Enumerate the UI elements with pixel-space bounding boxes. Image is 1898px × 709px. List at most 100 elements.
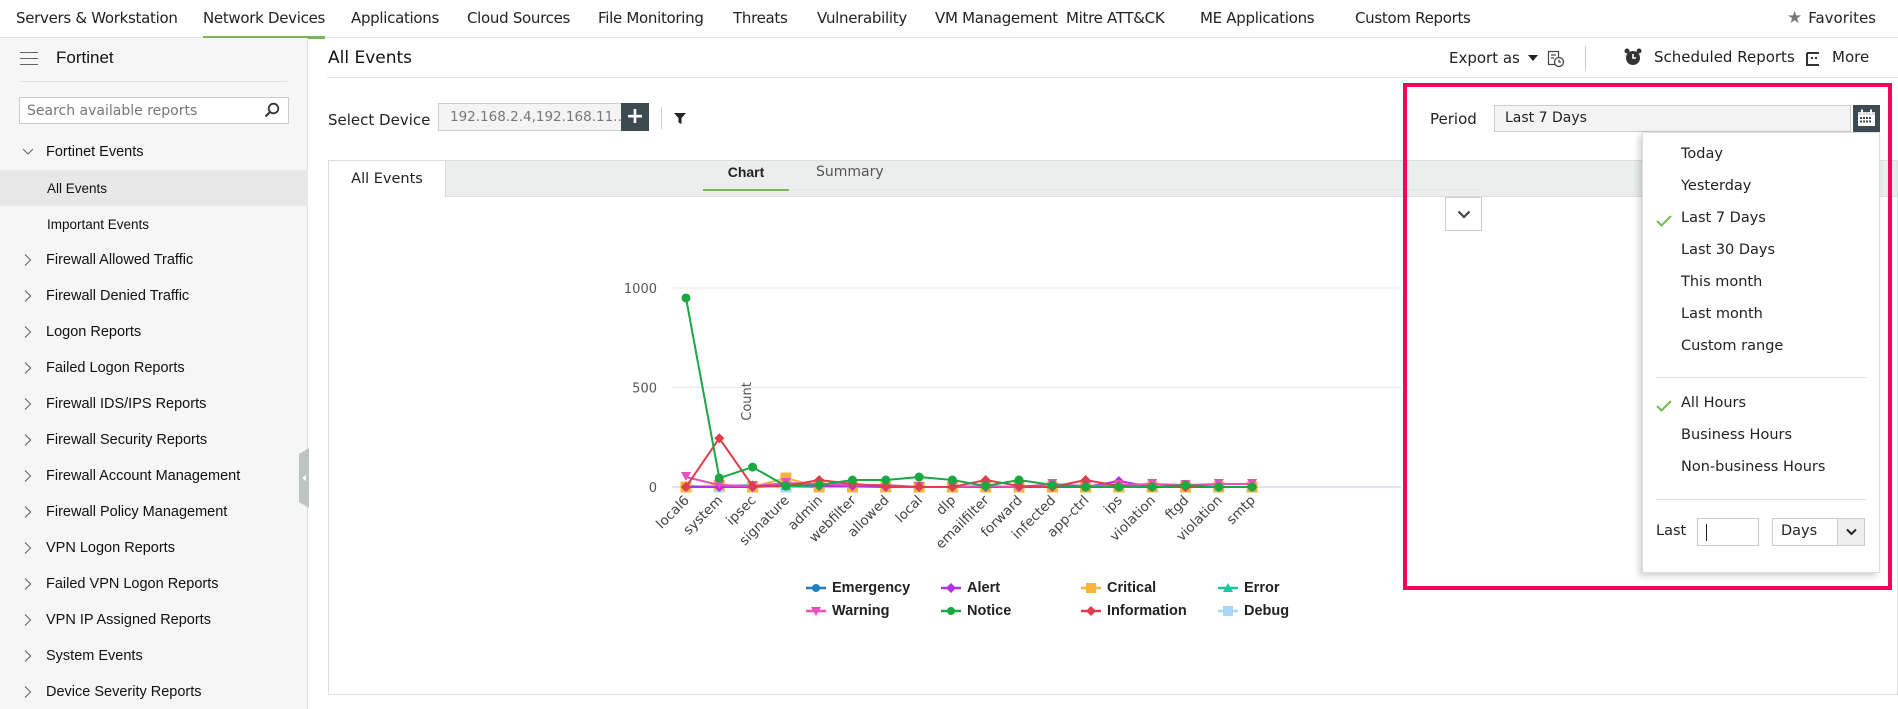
sidebar-collapse-handle[interactable] — [299, 448, 309, 508]
page-title: All Events — [328, 48, 413, 68]
period-field[interactable]: Last 7 Days — [1494, 105, 1851, 132]
nav-tab-custom-reports[interactable]: Custom Reports — [1355, 9, 1471, 27]
tab-summary[interactable]: Summary — [816, 164, 884, 180]
tab-chart[interactable]: Chart — [703, 164, 789, 191]
report-search-box — [19, 97, 289, 124]
sidebar-item[interactable]: Failed Logon Reports — [0, 350, 308, 386]
legend-item-notice[interactable]: Notice — [941, 603, 1011, 619]
legend-item-warning[interactable]: Warning — [806, 603, 889, 619]
nav-tab-servers-workstation[interactable]: Servers & Workstation — [16, 9, 178, 27]
filter-icon[interactable] — [674, 113, 686, 124]
chevron-right-icon[interactable] — [22, 361, 34, 375]
legend-item-alert[interactable]: Alert — [941, 580, 1000, 596]
chevron-right-icon[interactable] — [22, 613, 34, 627]
chevron-right-icon[interactable] — [22, 325, 34, 339]
period-option[interactable]: Business Hours — [1681, 427, 1792, 443]
favorites-button[interactable]: ★ Favorites — [1787, 8, 1876, 28]
period-option[interactable]: Last 30 Days — [1681, 242, 1775, 258]
sidebar-item[interactable]: Firewall Account Management — [0, 458, 308, 494]
chevron-right-icon[interactable] — [22, 685, 34, 699]
search-icon[interactable] — [264, 102, 280, 118]
sidebar-item[interactable]: Fortinet Events — [0, 134, 308, 170]
period-option[interactable]: This month — [1681, 274, 1762, 290]
unit-value: Days — [1781, 523, 1818, 539]
nav-tab-vulnerability[interactable]: Vulnerability — [817, 9, 907, 27]
sidebar-item[interactable]: Device Severity Reports — [0, 674, 308, 709]
sidebar-item[interactable]: Firewall Denied Traffic — [0, 278, 308, 314]
hamburger-menu-icon[interactable] — [20, 51, 38, 65]
title-divider — [327, 77, 1898, 78]
legend-item-emergency[interactable]: Emergency — [806, 580, 910, 596]
sidebar-item[interactable]: VPN IP Assigned Reports — [0, 602, 308, 638]
legend-item-debug[interactable]: Debug — [1218, 603, 1289, 619]
sidebar-item[interactable]: Important Events — [0, 206, 308, 242]
chevron-right-icon[interactable] — [22, 649, 34, 663]
sidebar-item-label: Fortinet Events — [46, 144, 144, 160]
schedule-report-icon[interactable] — [1547, 50, 1565, 68]
last-n-unit-select[interactable]: Days — [1772, 518, 1865, 546]
chart-legend: Emergency Alert Critical Error Warning Notice… — [806, 580, 1366, 630]
selected-devices-field[interactable]: 192.168.2.4,192.168.11... — [438, 103, 622, 131]
nav-tab-mitre-attack[interactable]: Mitre ATT&CK — [1066, 9, 1165, 27]
legend-item-critical[interactable]: Critical — [1081, 580, 1156, 596]
sidebar-item-label: Firewall Denied Traffic — [46, 288, 190, 304]
sidebar-item[interactable]: Firewall IDS/IPS Reports — [0, 386, 308, 422]
period-option[interactable]: Last month — [1681, 306, 1763, 322]
top-navigation: Servers & Workstation Network Devices Ap… — [0, 0, 1898, 39]
legend-label: Warning — [832, 603, 890, 619]
legend-label: Information — [1107, 603, 1187, 619]
report-search-input[interactable] — [27, 102, 257, 119]
sidebar-item[interactable]: System Events — [0, 638, 308, 674]
period-option[interactable]: All Hours — [1681, 395, 1746, 411]
unit-dropdown-toggle[interactable] — [1837, 519, 1864, 545]
nav-tab-me-applications[interactable]: ME Applications — [1200, 9, 1315, 27]
legend-label: Alert — [967, 580, 1001, 596]
tab-all-events[interactable]: All Events — [329, 161, 446, 198]
report-tree: Fortinet Events All Events Important Event… — [0, 134, 308, 709]
last-n-input[interactable] — [1697, 518, 1759, 546]
sidebar-item[interactable]: Failed VPN Logon Reports — [0, 566, 308, 602]
dropdown-divider — [1656, 499, 1866, 500]
period-dropdown-menu: Last Days Today Yesterday Last 7 Days Last … — [1642, 132, 1880, 573]
more-button[interactable]: More — [1832, 48, 1869, 66]
nav-tab-network-devices[interactable]: Network Devices — [203, 9, 325, 39]
legend-item-error[interactable]: Error — [1218, 580, 1279, 596]
sidebar-item[interactable]: Logon Reports — [0, 314, 308, 350]
chevron-right-icon[interactable] — [22, 505, 34, 519]
period-option[interactable]: Custom range — [1681, 338, 1783, 354]
period-option[interactable]: Yesterday — [1681, 178, 1751, 194]
chevron-right-icon[interactable] — [22, 541, 34, 555]
chart-options-button[interactable] — [1445, 197, 1482, 231]
nav-tab-vm-management[interactable]: VM Management — [935, 9, 1058, 27]
chevron-down-icon[interactable] — [22, 145, 34, 159]
export-as-dropdown[interactable]: Export as — [1449, 49, 1538, 67]
nav-tab-cloud-sources[interactable]: Cloud Sources — [467, 9, 570, 27]
sidebar-item[interactable]: VPN Logon Reports — [0, 530, 308, 566]
more-options-icon[interactable] — [1805, 51, 1821, 67]
sidebar-item[interactable]: Firewall Policy Management — [0, 494, 308, 530]
chevron-right-icon[interactable] — [22, 253, 34, 267]
sidebar-item[interactable]: Firewall Allowed Traffic — [0, 242, 308, 278]
legend-item-information[interactable]: Information — [1081, 603, 1187, 619]
chevron-right-icon[interactable] — [22, 433, 34, 447]
chevron-right-icon[interactable] — [22, 577, 34, 591]
chevron-right-icon[interactable] — [22, 289, 34, 303]
period-option[interactable]: Today — [1681, 146, 1723, 162]
period-option[interactable]: Last 7 Days — [1681, 210, 1766, 226]
chevron-right-icon[interactable] — [22, 469, 34, 483]
scheduled-reports-link[interactable]: Scheduled Reports — [1654, 48, 1795, 66]
sidebar-item[interactable]: Firewall Security Reports — [0, 422, 308, 458]
add-device-button[interactable]: + — [621, 103, 649, 131]
nav-tab-applications[interactable]: Applications — [351, 9, 439, 27]
chevron-right-icon[interactable] — [22, 397, 34, 411]
text-cursor — [1706, 524, 1707, 541]
period-option[interactable]: Non-business Hours — [1681, 459, 1825, 475]
select-device-label: Select Device — [328, 111, 431, 129]
calendar-button[interactable] — [1853, 105, 1880, 132]
sidebar-item[interactable]: All Events — [0, 170, 308, 206]
calendar-icon — [1858, 109, 1875, 126]
period-label: Period — [1430, 110, 1477, 128]
device-separator — [661, 107, 662, 129]
nav-tab-threats[interactable]: Threats — [733, 9, 788, 27]
nav-tab-file-monitoring[interactable]: File Monitoring — [598, 9, 704, 27]
